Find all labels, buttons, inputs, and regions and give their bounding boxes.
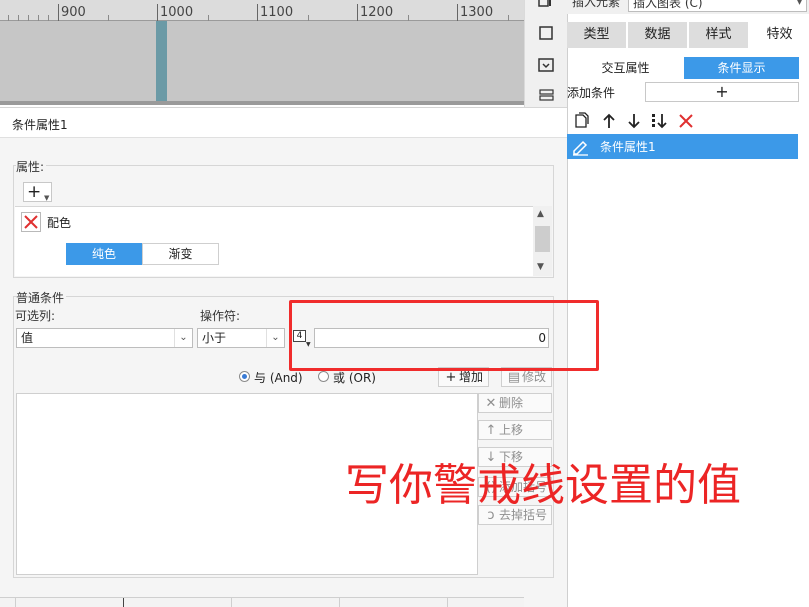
condition-toolbar xyxy=(567,110,809,132)
selected-column-marker[interactable] xyxy=(156,21,167,101)
add-property-button[interactable]: + ▼ xyxy=(23,182,52,202)
gradient-color-tab[interactable]: 渐变 xyxy=(142,243,219,265)
ruler-tick xyxy=(357,4,358,21)
add-condition-button[interactable]: + xyxy=(645,82,799,102)
ruler-label: 1100 xyxy=(260,5,294,20)
copy-icon[interactable] xyxy=(573,112,591,130)
move-up-button[interactable]: ↑ 上移 xyxy=(478,420,552,440)
chevron-down-icon: ▾ xyxy=(796,0,802,8)
insert-chart-select[interactable]: 插入图表 (C) ▾ xyxy=(628,0,807,12)
ruler-label: 1300 xyxy=(460,5,494,20)
plus-icon: + xyxy=(445,370,457,385)
scroll-down-icon[interactable]: ▼ xyxy=(537,262,544,272)
normal-condition-label: 普通条件 xyxy=(16,289,67,306)
add-label: 增加 xyxy=(459,370,484,384)
ruler-tick xyxy=(157,4,158,21)
horizontal-ruler: 900 1000 1100 1200 1300 xyxy=(0,0,524,21)
remove-property-button[interactable] xyxy=(21,212,41,232)
condition-item-label: 条件属性1 xyxy=(600,140,656,154)
close-icon: ✕ xyxy=(485,396,497,411)
dialog-title: 条件属性1 xyxy=(12,118,68,132)
annotation-text: 写你警戒线设置的值 xyxy=(345,460,741,511)
tab-effects[interactable]: 特效 xyxy=(750,22,809,48)
property-list-scrollbar[interactable]: ▲ ▼ xyxy=(533,206,552,276)
dropdown-widget-icon[interactable] xyxy=(537,58,555,74)
cell-element-icon[interactable] xyxy=(537,0,555,10)
move-up-icon[interactable] xyxy=(600,112,618,130)
scroll-up-icon[interactable]: ▲ xyxy=(537,209,544,219)
frame-icon[interactable] xyxy=(537,26,555,42)
chevron-down-icon: ▼ xyxy=(44,194,50,202)
close-icon xyxy=(24,215,38,229)
insert-element-label: 插入元素 xyxy=(572,0,621,9)
column-select-value: 值 xyxy=(21,331,34,345)
bottom-sheet-strip xyxy=(0,597,524,607)
move-to-bottom-icon[interactable] xyxy=(651,112,669,130)
column-select[interactable]: 值 ⌄ xyxy=(16,328,193,348)
solid-color-tab[interactable]: 纯色 xyxy=(66,243,142,265)
radio-or-dot[interactable] xyxy=(318,371,329,382)
property-list xyxy=(15,206,552,276)
modify-label: 修改 xyxy=(522,370,547,384)
tab-type[interactable]: 类型 xyxy=(567,22,628,48)
ruler-tick xyxy=(457,4,458,21)
add-condition-label: 添加条件 xyxy=(567,86,616,100)
canvas-scrollbar[interactable] xyxy=(0,101,524,105)
delete-button[interactable]: ✕ 删除 xyxy=(478,393,552,413)
ruler-tick xyxy=(58,4,59,21)
list-widget-icon[interactable] xyxy=(537,89,555,105)
ruler-label: 1200 xyxy=(360,5,394,20)
chart-property-tabs: 类型 数据 样式 特效 xyxy=(567,22,809,48)
radio-and-label: 与 (And) xyxy=(254,371,303,385)
tab-data[interactable]: 数据 xyxy=(628,22,689,48)
insert-element-row: 插入元素 插入图表 (C) ▾ xyxy=(567,0,809,14)
effects-sub-tabs: 交互属性 条件显示 xyxy=(567,57,809,79)
property-name-color: 配色 xyxy=(47,216,72,230)
operator-select-value: 小于 xyxy=(202,331,227,345)
operator-select[interactable]: 小于 ⌄ xyxy=(197,328,285,348)
ruler-label: 900 xyxy=(61,5,86,20)
add-property-plus: + xyxy=(27,182,42,202)
arrow-up-icon: ↑ xyxy=(485,423,497,438)
radio-and-dot[interactable] xyxy=(239,371,250,382)
chevron-down-icon: ⌄ xyxy=(174,329,192,347)
insert-chart-value: 插入图表 (C) xyxy=(633,0,703,10)
chevron-down-icon: ⌄ xyxy=(266,329,284,347)
tab-condition-display[interactable]: 条件显示 xyxy=(684,57,799,79)
ruler-tick xyxy=(257,4,258,21)
dialog-title-bar xyxy=(0,108,567,138)
edit-pencil-icon xyxy=(573,140,588,156)
annotation-highlight-box xyxy=(289,300,599,371)
scroll-thumb[interactable] xyxy=(535,226,550,252)
condition-list-item[interactable]: 条件属性1 xyxy=(567,134,798,159)
property-group-label: 属性: xyxy=(16,158,47,175)
ruler-label: 1000 xyxy=(160,5,194,20)
operator-label: 操作符: xyxy=(200,309,241,323)
tool-strip xyxy=(524,0,567,107)
edit-icon: ▤ xyxy=(507,370,521,385)
radio-or-label: 或 (OR) xyxy=(333,371,376,385)
delete-icon[interactable] xyxy=(677,112,695,130)
delete-label: 删除 xyxy=(499,396,524,410)
tab-style[interactable]: 样式 xyxy=(689,22,750,48)
move-up-label: 上移 xyxy=(499,423,524,437)
optional-column-label: 可选列: xyxy=(15,309,56,323)
move-down-icon[interactable] xyxy=(625,112,643,130)
tab-interaction[interactable]: 交互属性 xyxy=(568,57,683,79)
